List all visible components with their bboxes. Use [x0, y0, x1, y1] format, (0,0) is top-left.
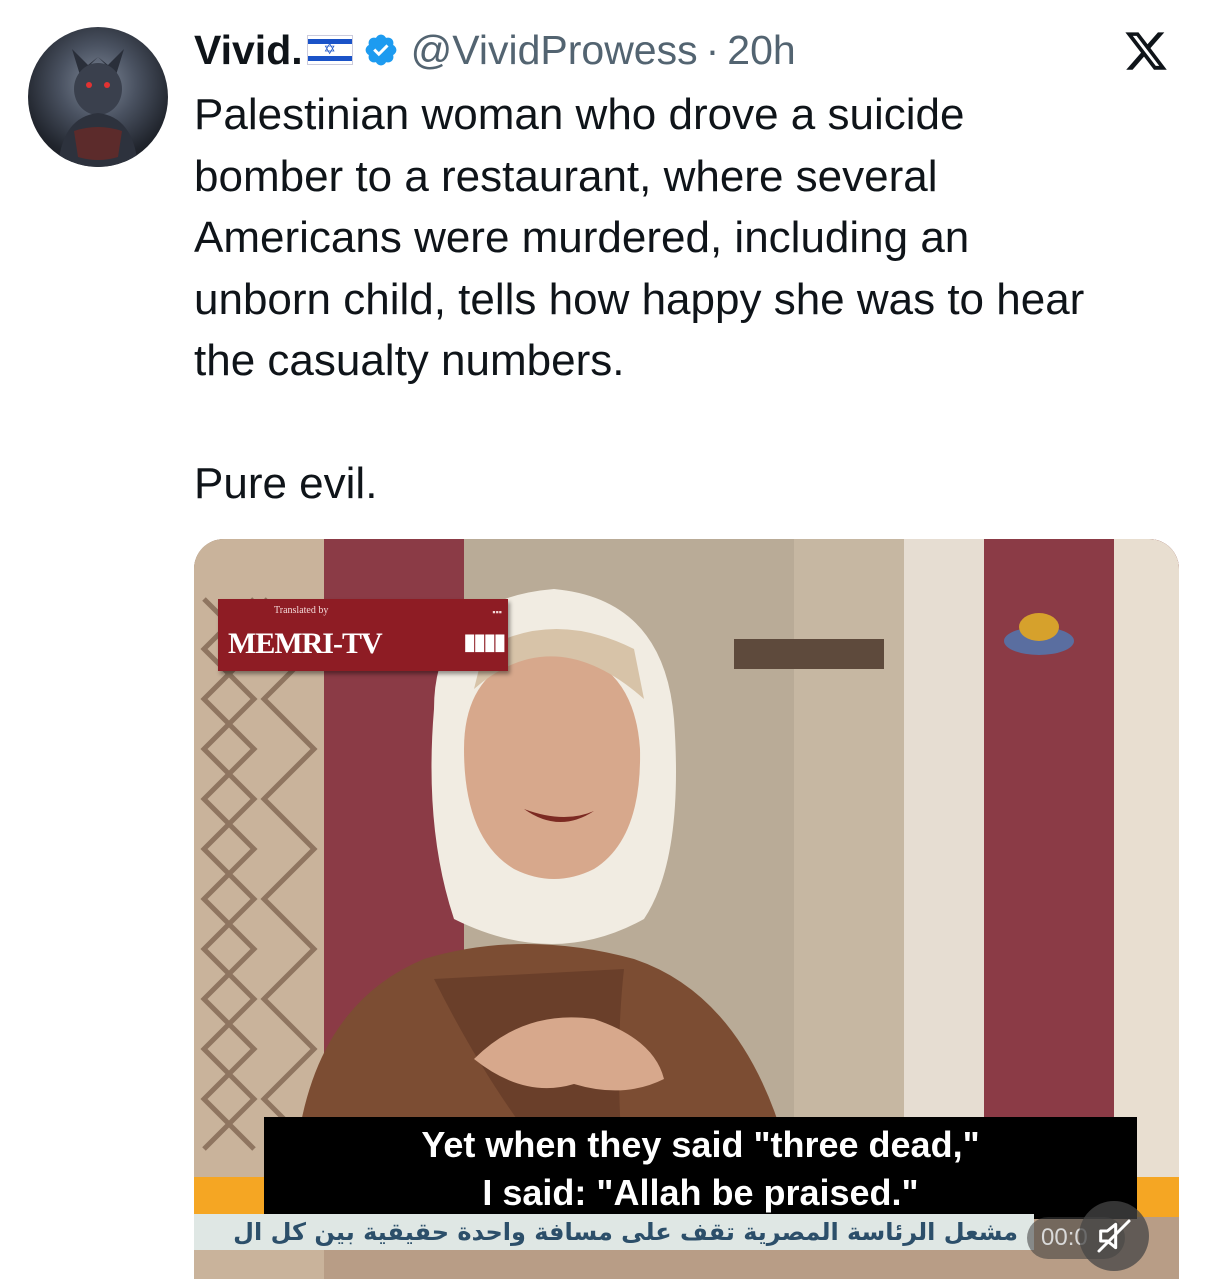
separator-dot: ·	[705, 26, 720, 73]
tweet-text: Palestinian woman who drove a suicide bo…	[194, 90, 1085, 508]
subtitle-line-1: Yet when they said "three dead,"	[421, 1124, 980, 1165]
israel-flag-icon: ✡	[306, 35, 353, 65]
display-name[interactable]: Vivid.	[194, 27, 303, 74]
memri-watermark: Translated by MEMRI-TV ▪▪▪ ▮▮▮▮	[218, 599, 508, 671]
tweet-header: Vivid. ✡ @VividProwess · 20h	[194, 24, 796, 76]
x-logo-icon[interactable]	[1120, 28, 1172, 74]
user-handle[interactable]: @VividProwess	[411, 27, 698, 74]
watermark-side-mark: ▪▪▪	[492, 607, 502, 617]
muted-speaker-icon	[1097, 1219, 1131, 1253]
timestamp[interactable]: 20h	[727, 27, 795, 74]
video-player[interactable]: Translated by MEMRI-TV ▪▪▪ ▮▮▮▮ Yet when…	[194, 539, 1179, 1279]
video-subtitle: Yet when they said "three dead," I said:…	[264, 1117, 1137, 1219]
avatar[interactable]	[28, 27, 168, 167]
watermark-code-mark: ▮▮▮▮	[463, 629, 506, 654]
news-ticker: مشعل الرئاسة المصرية تقف على مسافة واحدة…	[194, 1214, 1034, 1250]
verified-badge-icon[interactable]	[363, 32, 399, 68]
subtitle-line-2: I said: "Allah be praised."	[482, 1172, 919, 1213]
watermark-translated-label: Translated by	[274, 605, 329, 616]
mute-button[interactable]	[1079, 1201, 1149, 1271]
watermark-brand: MEMRI-TV	[228, 627, 383, 660]
